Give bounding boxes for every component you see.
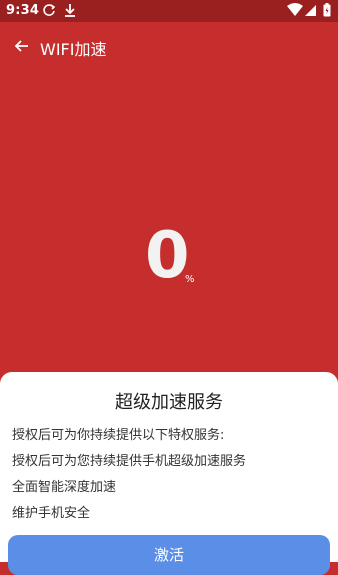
- dialog-line: 维护手机安全: [12, 506, 91, 521]
- dialog-line: 授权后可为您持续提供手机超级加速服务: [12, 454, 247, 469]
- dialog-line: 授权后可为你持续提供以下特权服务:: [12, 428, 225, 443]
- sync-icon: [42, 3, 56, 21]
- battery-icon: [323, 3, 331, 21]
- speed-percent-unit: %: [185, 274, 195, 285]
- app-bar: WIFI加速: [0, 22, 338, 70]
- status-time: 9:34: [6, 3, 40, 18]
- wifi-icon: [287, 3, 303, 21]
- signal-icon: [305, 3, 317, 21]
- back-arrow-icon[interactable]: [12, 36, 32, 56]
- download-icon: [63, 3, 77, 21]
- authorization-dialog: 超级加速服务 授权后可为你持续提供以下特权服务: 授权后可为您持续提供手机超级加…: [0, 372, 338, 575]
- activate-button[interactable]: 激活: [8, 535, 330, 575]
- speed-percent-value: 0: [145, 219, 190, 293]
- speed-readout: 0 %: [145, 224, 195, 288]
- dialog-title: 超级加速服务: [115, 392, 223, 413]
- dialog-line: 全面智能深度加速: [12, 480, 117, 495]
- status-bar: 9:34: [0, 0, 338, 22]
- page-title: WIFI加速: [40, 40, 107, 59]
